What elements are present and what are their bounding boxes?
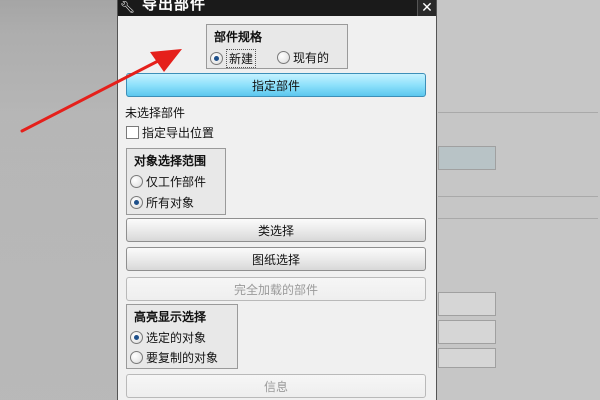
radio-work-part-only-indicator[interactable] (130, 175, 143, 188)
radio-all-objects-label: 所有对象 (146, 196, 195, 210)
dialog-titlebar: 🔧︎ 导出部件 ✕ (118, 0, 436, 16)
radio-objects-to-copy-indicator[interactable] (130, 351, 143, 364)
export-part-dialog: 🔧︎ 导出部件 ✕ 部件规格 新建 现有的 指定部件 未选择部件 指定导出位置 … (118, 0, 436, 400)
radio-existing-label: 现有的 (293, 51, 330, 65)
dialog-title: 导出部件 (142, 0, 207, 13)
radio-all-objects-indicator[interactable] (130, 196, 143, 209)
background-divider (438, 196, 598, 197)
background-field (438, 348, 496, 368)
radio-work-part-only[interactable]: 仅工作部件 (130, 173, 206, 190)
highlight-selection-title: 高亮显示选择 (134, 310, 207, 324)
radio-objects-to-copy-label: 要复制的对象 (146, 351, 219, 365)
info-button[interactable]: 信息 (126, 374, 426, 398)
drawing-selection-button[interactable]: 图纸选择 (126, 247, 426, 271)
radio-selected-objects-label: 选定的对象 (146, 331, 207, 345)
object-scope-group: 对象选择范围 仅工作部件 所有对象 (126, 148, 226, 215)
close-icon[interactable]: ✕ (417, 0, 436, 16)
background-field (438, 292, 496, 316)
specify-part-button[interactable]: 指定部件 (126, 73, 426, 97)
radio-selected-objects-indicator[interactable] (130, 331, 143, 344)
part-spec-group: 部件规格 新建 现有的 (206, 24, 348, 69)
radio-existing[interactable]: 现有的 (277, 49, 329, 66)
radio-new[interactable]: 新建 (210, 49, 257, 68)
part-spec-title: 部件规格 (214, 30, 263, 44)
highlight-selection-group: 高亮显示选择 选定的对象 要复制的对象 (126, 304, 238, 369)
checkbox-indicator[interactable] (126, 126, 139, 139)
background-divider (438, 112, 598, 113)
radio-existing-indicator[interactable] (277, 51, 290, 64)
background-left-panel (0, 0, 120, 400)
radio-selected-objects[interactable]: 选定的对象 (130, 329, 206, 346)
radio-all-objects[interactable]: 所有对象 (130, 194, 194, 211)
specify-export-location-label: 指定导出位置 (142, 126, 215, 140)
object-scope-title: 对象选择范围 (134, 154, 207, 168)
radio-new-label: 新建 (226, 49, 257, 68)
background-field (438, 146, 496, 170)
radio-work-part-only-label: 仅工作部件 (146, 175, 207, 189)
radio-new-indicator[interactable] (210, 52, 223, 65)
class-selection-button[interactable]: 类选择 (126, 218, 426, 242)
wrench-icon: 🔧︎ (120, 0, 136, 14)
no-part-selected-text: 未选择部件 (125, 106, 186, 120)
background-divider (438, 218, 598, 219)
radio-objects-to-copy[interactable]: 要复制的对象 (130, 349, 218, 366)
background-field (438, 320, 496, 344)
fully-loaded-parts-button[interactable]: 完全加载的部件 (126, 277, 426, 301)
specify-export-location-checkbox[interactable]: 指定导出位置 (126, 124, 214, 141)
